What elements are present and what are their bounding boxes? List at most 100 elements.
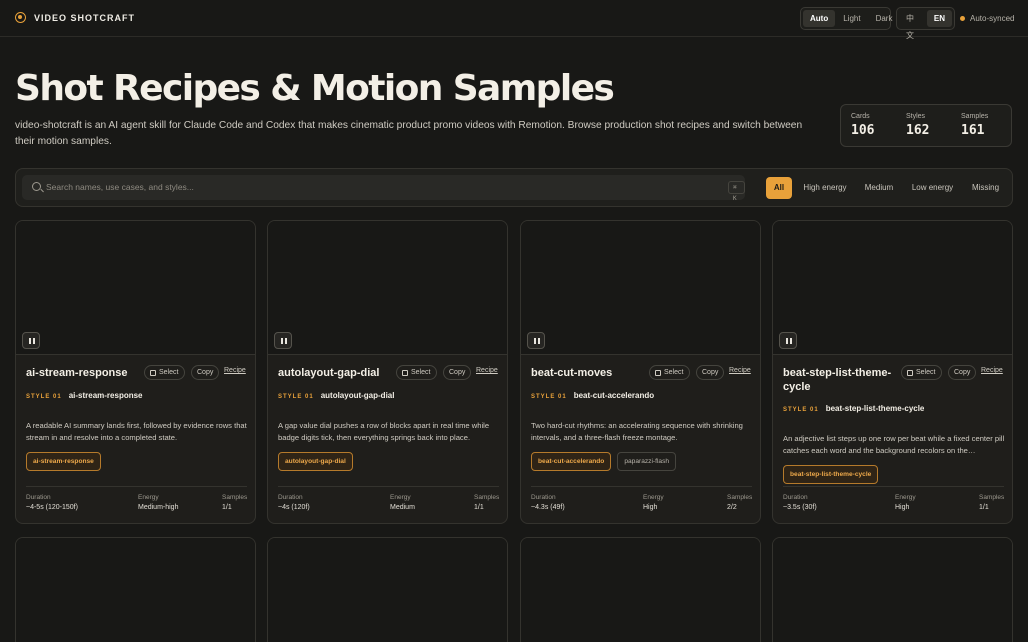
select-button[interactable]: Select (396, 365, 438, 380)
style-chip[interactable]: beat-cut-accelerando (531, 452, 612, 471)
search-field[interactable]: ⌘ K (22, 175, 745, 202)
select-label: Select (916, 369, 936, 376)
style-chip[interactable]: paparazzi-flash (617, 452, 677, 471)
meta-label: Energy (138, 494, 159, 501)
meta-value: ~3.5s (30f) (783, 504, 817, 511)
filter-all[interactable]: All (766, 177, 792, 199)
theme-option-dark[interactable]: Dark (869, 10, 900, 27)
checkbox-icon (150, 369, 156, 376)
style-chip[interactable]: ai-stream-response (26, 452, 101, 471)
meta-samples: Samples 1/1 (979, 494, 1004, 511)
motion-preview[interactable] (773, 538, 1012, 642)
meta-value: ~4-5s (120-150f) (26, 504, 78, 511)
stats-panel: Cards 106 Styles 162 Samples 161 (840, 104, 1012, 147)
recipe-card (520, 537, 761, 642)
search-icon (32, 182, 41, 191)
theme-option-light[interactable]: Light (836, 10, 867, 27)
style-name: autolayout-gap-dial (320, 391, 395, 400)
stat-samples: Samples 161 (961, 113, 988, 138)
meta-label: Energy (390, 494, 411, 501)
checkbox-icon (655, 369, 661, 376)
style-row: STYLE 01 beat-step-list-theme-cycle (783, 404, 924, 413)
meta-value: Medium (390, 504, 415, 511)
search-input[interactable] (46, 180, 706, 194)
motion-preview[interactable] (268, 221, 507, 355)
theme-option-auto[interactable]: Auto (803, 10, 836, 27)
pause-icon[interactable] (274, 332, 292, 349)
motion-preview[interactable] (16, 538, 255, 642)
meta-value: High (895, 504, 910, 511)
recipe-card: beat-step-list-theme-cycle Select Copy R… (772, 220, 1013, 524)
stat-label: Cards (851, 113, 870, 120)
motion-preview[interactable] (521, 538, 760, 642)
card-title: autolayout-gap-dial (278, 367, 380, 379)
recipe-link[interactable]: Recipe (224, 367, 246, 374)
sync-status-label: Auto-synced (970, 14, 1015, 23)
meta-label: Samples (979, 494, 1005, 501)
style-chip[interactable]: autolayout-gap-dial (278, 452, 353, 471)
pause-icon[interactable] (527, 332, 545, 349)
search-filter-bar: ⌘ K All High energy Medium Low energy Mi… (15, 168, 1013, 207)
meta-value: ~4s (120f) (278, 504, 310, 511)
copy-button[interactable]: Copy (696, 365, 725, 380)
style-name: ai-stream-response (68, 391, 143, 400)
meta-duration: Duration ~3.5s (30f) (783, 494, 817, 511)
style-name: beat-step-list-theme-cycle (825, 404, 925, 413)
copy-button[interactable]: Copy (948, 365, 977, 380)
style-name: beat-cut-accelerando (573, 391, 655, 400)
checkbox-icon (907, 369, 913, 376)
pause-icon[interactable] (22, 332, 40, 349)
meta-label: Samples (727, 494, 753, 501)
style-row: STYLE 01 beat-cut-accelerando (531, 391, 654, 400)
lang-option-en[interactable]: EN (926, 10, 952, 27)
style-chips: beat-cut-accelerando paparazzi-flash (531, 452, 677, 471)
filter-high-energy[interactable]: High energy (798, 177, 852, 199)
checkbox-icon (402, 369, 408, 376)
copy-button[interactable]: Copy (191, 365, 220, 380)
meta-value: 1/1 (474, 504, 484, 511)
stat-cards: Cards 106 (851, 113, 874, 138)
filter-low-energy[interactable]: Low energy (907, 177, 958, 199)
motion-preview[interactable] (16, 221, 255, 355)
filter-medium[interactable]: Medium (859, 177, 899, 199)
sync-dot-icon (960, 16, 965, 21)
meta-value: Medium-high (138, 504, 179, 511)
meta-label: Duration (278, 494, 303, 501)
motion-preview[interactable] (268, 538, 507, 642)
select-button[interactable]: Select (649, 365, 691, 380)
meta-label: Duration (26, 494, 51, 501)
recipe-link[interactable]: Recipe (981, 367, 1003, 374)
recipe-card: ai-stream-response Select Copy Recipe ST… (15, 220, 256, 524)
meta-label: Duration (783, 494, 808, 501)
style-tag: STYLE 01 (26, 394, 62, 400)
copy-button[interactable]: Copy (443, 365, 472, 380)
lang-option-zh[interactable]: 中文 (899, 10, 926, 40)
select-label: Select (664, 369, 684, 376)
style-tag: STYLE 01 (531, 394, 567, 400)
recipe-card (15, 537, 256, 642)
recipe-card (267, 537, 508, 642)
meta-energy: Energy High (895, 494, 916, 511)
card-title: ai-stream-response (26, 367, 128, 379)
meta-duration: Duration ~4s (120f) (278, 494, 310, 511)
meta-value: ~4.3s (49f) (531, 504, 565, 511)
keyboard-shortcut-hint: ⌘ K (728, 181, 745, 202)
select-button[interactable]: Select (144, 365, 186, 380)
style-chips: autolayout-gap-dial (278, 452, 353, 471)
filter-missing[interactable]: Missing (966, 177, 1005, 199)
brand-name: VIDEO SHOTCRAFT (34, 12, 136, 23)
style-chips: beat-step-list-theme-cycle (783, 465, 879, 484)
select-label: Select (159, 369, 179, 376)
language-switcher: 中文 EN (896, 7, 955, 40)
motion-preview[interactable] (773, 221, 1012, 355)
recipe-link[interactable]: Recipe (476, 367, 498, 374)
style-chip[interactable]: beat-step-list-theme-cycle (783, 465, 879, 484)
recipe-link[interactable]: Recipe (729, 367, 751, 374)
select-button[interactable]: Select (901, 365, 943, 380)
top-bar: VIDEO SHOTCRAFT Auto Light Dark 中文 EN Au… (0, 0, 1028, 40)
meta-label: Energy (643, 494, 664, 501)
brand[interactable]: VIDEO SHOTCRAFT (15, 12, 135, 23)
motion-preview[interactable] (521, 221, 760, 355)
meta-samples: Samples 2/2 (727, 494, 752, 511)
pause-icon[interactable] (779, 332, 797, 349)
